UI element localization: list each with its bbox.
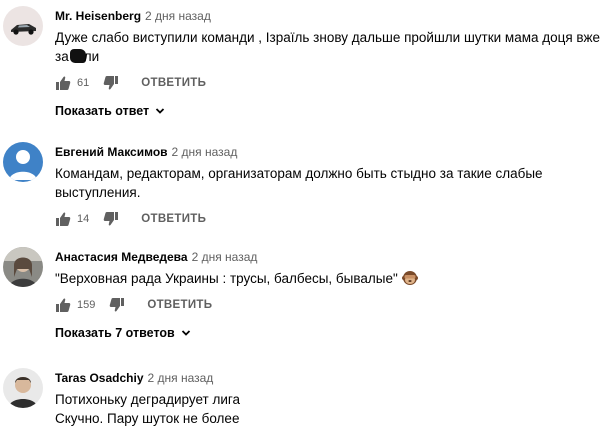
author-name[interactable]: Taras Osadchiy [55,371,144,385]
comment-text-fragment: "Верховная рада Украины : трусы, балбесы… [55,271,398,286]
default-user-avatar-icon [3,142,43,182]
thumb-down-icon[interactable] [103,211,119,227]
reply-button[interactable]: ОТВЕТИТЬ [141,213,206,225]
comment-text-line: Скучно. Пару шуток не более [55,411,240,426]
comment-header: Евгений Максимов 2 дня назад [55,144,599,160]
comment-text: Дуже слабо виступили команди , Ізраїль з… [55,28,600,66]
author-name[interactable]: Mr. Heisenberg [55,9,141,23]
comment-text-line: Командам, редакторам, организаторам долж… [55,166,543,181]
comment-header: Taras Osadchiy 2 дня назад [55,370,599,386]
comment-header: Mr. Heisenberg 2 дня назад [55,8,599,24]
comment-text-line: Дуже слабо виступили команди , Ізраїль з… [55,30,600,45]
thumb-up-icon[interactable] [55,297,71,313]
man-photo-avatar-icon [3,368,43,408]
comment-text: Потихоньку деградирует лига Скучно. Пару… [55,390,599,428]
comment-time[interactable]: 2 дня назад [145,9,211,23]
comment-header: Анастасия Медведева 2 дня назад [55,249,599,265]
sports-car-avatar-icon [3,6,43,46]
comment-text-line: за ли [55,47,599,66]
show-replies-label: Показать ответ [55,104,150,118]
thumb-up-icon[interactable] [55,211,71,227]
comment-text-line: "Верховная рада Украины : трусы, балбесы… [55,269,599,288]
comment-time[interactable]: 2 дня назад [172,145,238,159]
show-replies-label: Показать 7 ответов [55,326,175,340]
reply-button[interactable]: ОТВЕТИТЬ [147,299,212,311]
author-name[interactable]: Евгений Максимов [55,145,168,159]
comment-text-line: Потихоньку деградирует лига [55,392,241,407]
like-count: 14 [77,213,90,225]
like-count: 61 [77,77,90,89]
comment-text: "Верховная рада Украины : трусы, балбесы… [55,269,599,288]
thumb-down-icon[interactable] [103,75,119,91]
comment-text-fragment: ли [83,49,100,64]
comment-time[interactable]: 2 дня назад [192,250,258,264]
comment-text: Командам, редакторам, организаторам долж… [55,164,599,202]
chevron-down-icon [181,330,190,336]
comment-text-line: выступления. [55,185,141,200]
avatar[interactable] [3,247,43,287]
comment-text-fragment: за [55,49,69,64]
comment-actions: 14 ОТВЕТИТЬ [55,210,599,228]
show-replies-button[interactable]: Показать ответ [55,102,599,120]
avatar[interactable] [3,368,43,408]
avatar[interactable] [3,142,43,182]
reply-button[interactable]: ОТВЕТИТЬ [141,77,206,89]
thumb-up-icon[interactable] [55,75,71,91]
comment-actions: 61 ОТВЕТИТЬ [55,74,599,92]
see-no-evil-monkey-emoji-icon [401,271,418,285]
thumb-down-icon[interactable] [109,297,125,313]
comment-actions: 159 ОТВЕТИТЬ [55,296,599,314]
show-replies-button[interactable]: Показать 7 ответов [55,324,599,342]
like-count: 159 [77,299,96,311]
comment-time[interactable]: 2 дня назад [148,371,214,385]
chevron-down-icon [156,108,165,114]
photo-avatar-icon [3,247,43,287]
author-name[interactable]: Анастасия Медведева [55,250,188,264]
avatar[interactable] [3,6,43,46]
